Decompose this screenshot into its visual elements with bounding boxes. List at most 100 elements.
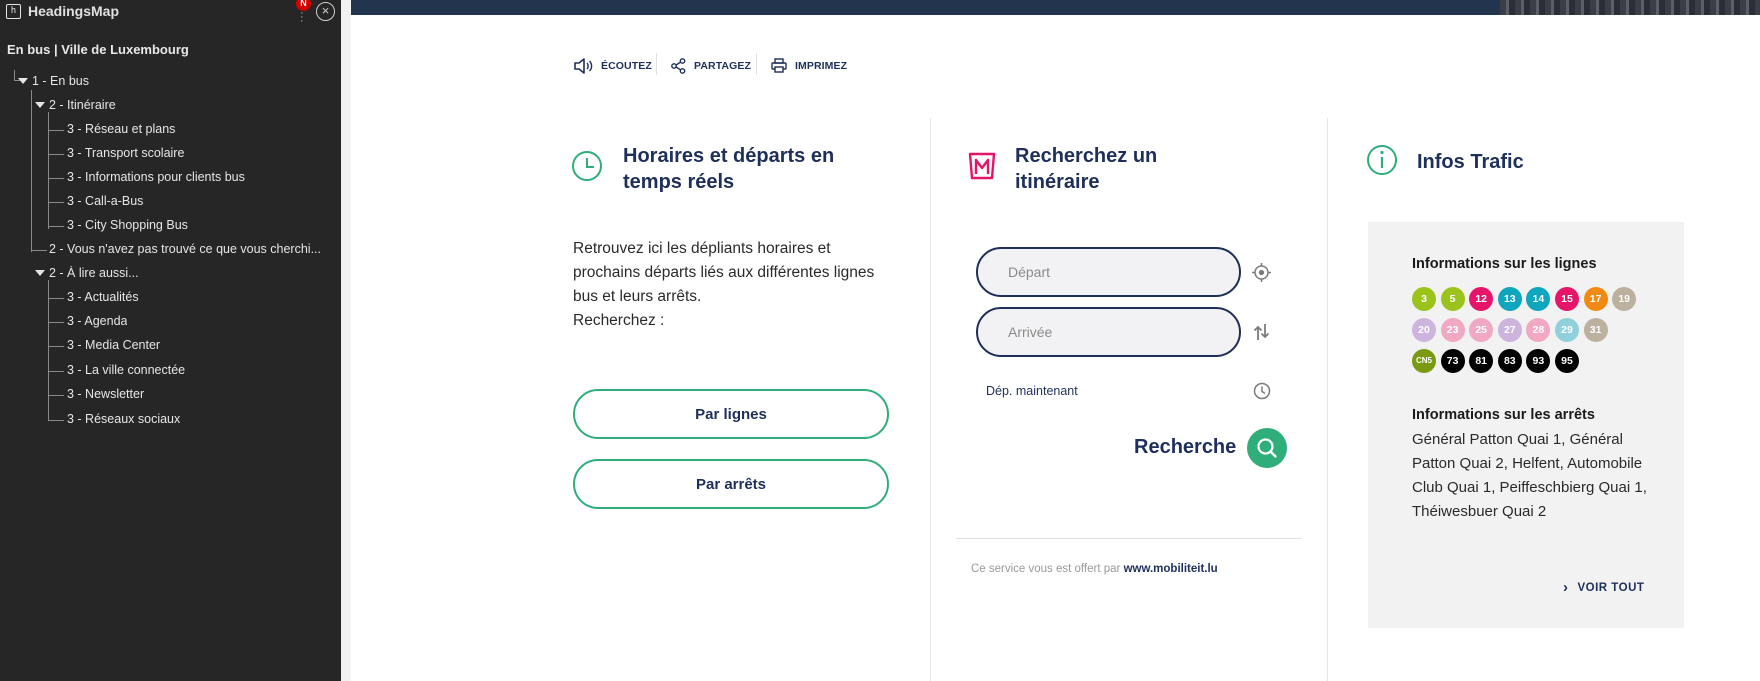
print-label: IMPRIMEZ bbox=[795, 59, 848, 72]
timetables-title-line: Horaires et départs en bbox=[623, 145, 835, 167]
see-all-label: VOIR TOUT bbox=[1577, 581, 1645, 594]
line-badge[interactable]: 95 bbox=[1555, 349, 1579, 373]
line-badge[interactable]: 5 bbox=[1440, 287, 1465, 311]
headingsmap-panel: h HeadingsMap N · · · × En bus | Ville de … bbox=[0, 0, 341, 681]
mobiliteit-link[interactable]: www.mobiliteit.lu bbox=[1124, 563, 1218, 575]
tree-connector bbox=[48, 395, 64, 396]
tree-connector bbox=[31, 250, 47, 251]
traffic-info-panel bbox=[1368, 222, 1684, 628]
heading-item-h3[interactable]: 3 - Réseau et plans bbox=[67, 122, 175, 136]
expand-toggle-icon[interactable] bbox=[35, 270, 45, 276]
column-divider bbox=[930, 118, 931, 681]
tree-connector bbox=[48, 202, 64, 203]
heading-item-h3[interactable]: 3 - Media Center bbox=[67, 338, 160, 352]
tree-connector bbox=[48, 226, 64, 227]
swap-icon[interactable] bbox=[1252, 322, 1271, 342]
heading-item-h2[interactable]: 2 - Vous n'avez pas trouvé ce que vous c… bbox=[49, 242, 337, 256]
panel-resize-handle[interactable] bbox=[341, 0, 351, 681]
by-lines-button[interactable]: Par lignes bbox=[573, 389, 889, 439]
locate-icon[interactable] bbox=[1252, 263, 1271, 282]
departure-input[interactable]: Départ bbox=[976, 247, 1241, 297]
toolbar-divider bbox=[656, 53, 657, 75]
line-badge[interactable]: 19 bbox=[1612, 287, 1637, 311]
stops-info-title: Informations sur les arrêts bbox=[1412, 407, 1595, 423]
share-button[interactable]: PARTAGEZ bbox=[671, 58, 751, 74]
route-planner-heading: Recherchez un itinéraire bbox=[1015, 143, 1157, 195]
route-title-line: Recherchez un bbox=[1015, 145, 1158, 167]
line-badge[interactable]: 23 bbox=[1440, 318, 1465, 342]
heading-item-h3[interactable]: 3 - Informations pour clients bus bbox=[67, 170, 245, 184]
chevron-right-icon: › bbox=[1563, 579, 1569, 596]
line-badge[interactable]: 25 bbox=[1469, 318, 1494, 342]
service-text: Ce service vous est offert par bbox=[971, 563, 1121, 575]
traffic-heading: Infos Trafic bbox=[1417, 151, 1524, 173]
line-badge[interactable]: 73 bbox=[1440, 349, 1465, 373]
heading-item-h3[interactable]: 3 - Actualités bbox=[67, 290, 139, 304]
tree-connector bbox=[48, 178, 64, 179]
tree-connector bbox=[48, 371, 64, 372]
column-divider bbox=[1327, 118, 1328, 681]
tree-connector bbox=[48, 346, 64, 347]
tree-connector bbox=[14, 70, 15, 80]
tree-connector bbox=[48, 420, 64, 421]
tree-connector bbox=[31, 90, 32, 252]
heading-item-h2[interactable]: 2 - À lire aussi... bbox=[49, 266, 139, 280]
share-icon bbox=[671, 58, 686, 74]
line-badge[interactable]: 12 bbox=[1469, 287, 1494, 311]
heading-item-h3[interactable]: 3 - Transport scolaire bbox=[67, 146, 184, 160]
route-title-line: itinéraire bbox=[1015, 171, 1100, 193]
search-button[interactable] bbox=[1247, 428, 1287, 468]
heading-item-h3[interactable]: 3 - Réseaux sociaux bbox=[67, 412, 180, 426]
line-badge[interactable]: 29 bbox=[1555, 318, 1579, 342]
tree-connector bbox=[48, 130, 64, 131]
see-all-link[interactable]: › VOIR TOUT bbox=[1563, 579, 1644, 596]
heading-item-h3[interactable]: 3 - City Shopping Bus bbox=[67, 218, 188, 232]
tree-connector bbox=[48, 280, 49, 421]
line-badge[interactable]: 13 bbox=[1497, 287, 1522, 311]
line-badge[interactable]: 31 bbox=[1583, 318, 1608, 342]
tree-connector bbox=[48, 322, 64, 323]
heading-item-h3[interactable]: 3 - Agenda bbox=[67, 314, 127, 328]
search-prompt: Recherchez : bbox=[573, 312, 665, 329]
toolbar-divider bbox=[756, 53, 757, 75]
line-badge[interactable]: 3 bbox=[1412, 287, 1436, 311]
expand-toggle-icon[interactable] bbox=[18, 78, 28, 84]
timetables-description: Retrouvez ici les dépliants horaires et … bbox=[573, 237, 893, 333]
line-badge[interactable]: CN5 bbox=[1412, 349, 1436, 373]
share-label: PARTAGEZ bbox=[694, 60, 751, 72]
service-credit: Ce service vous est offert par www.mobil… bbox=[971, 563, 1218, 575]
by-stops-button[interactable]: Par arrêts bbox=[573, 459, 889, 509]
departure-time-select[interactable]: Dép. maintenant bbox=[986, 384, 1078, 398]
search-icon bbox=[1257, 438, 1277, 458]
line-badge[interactable]: 17 bbox=[1583, 287, 1608, 311]
line-badge[interactable]: 83 bbox=[1497, 349, 1522, 373]
line-badge[interactable]: 15 bbox=[1555, 287, 1579, 311]
line-badge[interactable]: 27 bbox=[1497, 318, 1522, 342]
tree-connector bbox=[48, 298, 64, 299]
heading-item-h3[interactable]: 3 - Call-a-Bus bbox=[67, 194, 143, 208]
timetables-title-line: temps réels bbox=[623, 171, 735, 193]
heading-item-h3[interactable]: 3 - Newsletter bbox=[67, 387, 144, 401]
listen-label: ÉCOUTEZ bbox=[601, 60, 652, 72]
headings-tree: 1 - En bus 2 - Itinéraire 3 - Réseau et … bbox=[0, 0, 341, 681]
mobiliteit-logo-icon bbox=[968, 152, 996, 180]
heading-item-h2[interactable]: 2 - Itinéraire bbox=[49, 98, 116, 112]
lines-info-title: Informations sur les lignes bbox=[1412, 256, 1597, 272]
time-icon[interactable] bbox=[1253, 382, 1271, 400]
search-label[interactable]: Recherche bbox=[1134, 436, 1236, 459]
heading-item-h3[interactable]: 3 - La ville connectée bbox=[67, 363, 185, 377]
listen-button[interactable]: ÉCOUTEZ bbox=[573, 58, 652, 74]
speaker-icon bbox=[574, 58, 593, 74]
arrival-input[interactable]: Arrivée bbox=[976, 307, 1241, 357]
line-badge[interactable]: 81 bbox=[1469, 349, 1494, 373]
description-text: Retrouvez ici les dépliants horaires et … bbox=[573, 240, 875, 305]
print-button[interactable]: IMPRIMEZ bbox=[771, 58, 847, 73]
info-icon bbox=[1367, 145, 1397, 175]
printer-icon bbox=[771, 58, 787, 73]
line-badge[interactable]: 20 bbox=[1412, 318, 1436, 342]
section-divider bbox=[956, 538, 1301, 539]
heading-item-h1[interactable]: 1 - En bus bbox=[32, 74, 89, 88]
clock-icon bbox=[572, 151, 602, 181]
expand-toggle-icon[interactable] bbox=[35, 102, 45, 108]
header-image bbox=[1500, 0, 1760, 15]
